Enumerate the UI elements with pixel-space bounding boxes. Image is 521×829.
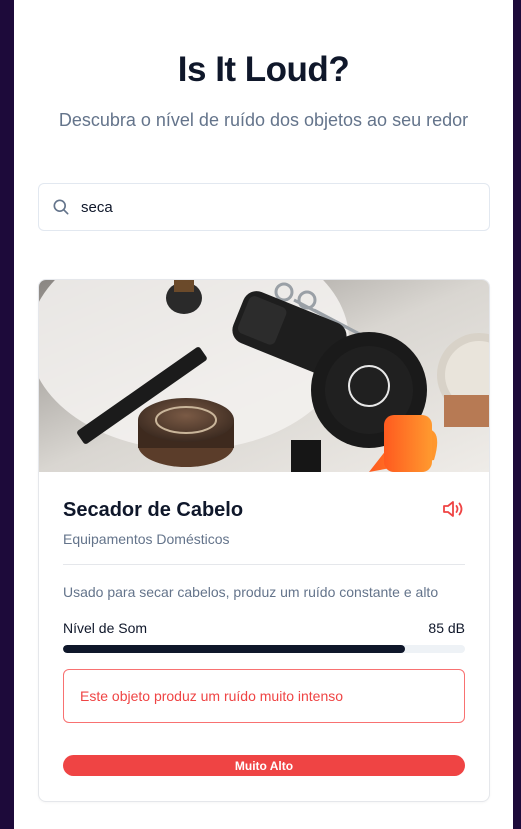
noise-badge: Muito Alto [63,755,465,776]
sound-level-bar-fill [63,645,405,653]
noise-alert-text: Este objeto produz um ruído muito intens… [80,688,344,704]
product-name: Secador de Cabelo [63,499,244,521]
search-input[interactable] [79,197,489,217]
noise-alert: Este objeto produz um ruído muito intens… [63,669,465,723]
volume-icon[interactable] [441,498,465,520]
product-description: Usado para secar cabelos, produz um ruíd… [63,584,439,600]
search-icon [53,199,69,215]
divider [63,564,465,565]
product-category: Equipamentos Domésticos [63,531,230,547]
sound-level-label: Nível de Som [63,620,148,636]
sound-level-value: 85 dB [428,620,465,636]
sound-level-bar [63,645,465,653]
product-image [39,280,489,472]
app-page: Is It Loud? Descubra o nível de ruído do… [14,0,513,829]
search-box[interactable] [38,183,490,231]
result-card[interactable]: Secador de Cabelo Equipamentos Doméstico… [38,279,490,802]
page-title: Is It Loud? [177,50,350,89]
page-subtitle: Descubra o nível de ruído dos objetos ao… [58,110,469,130]
